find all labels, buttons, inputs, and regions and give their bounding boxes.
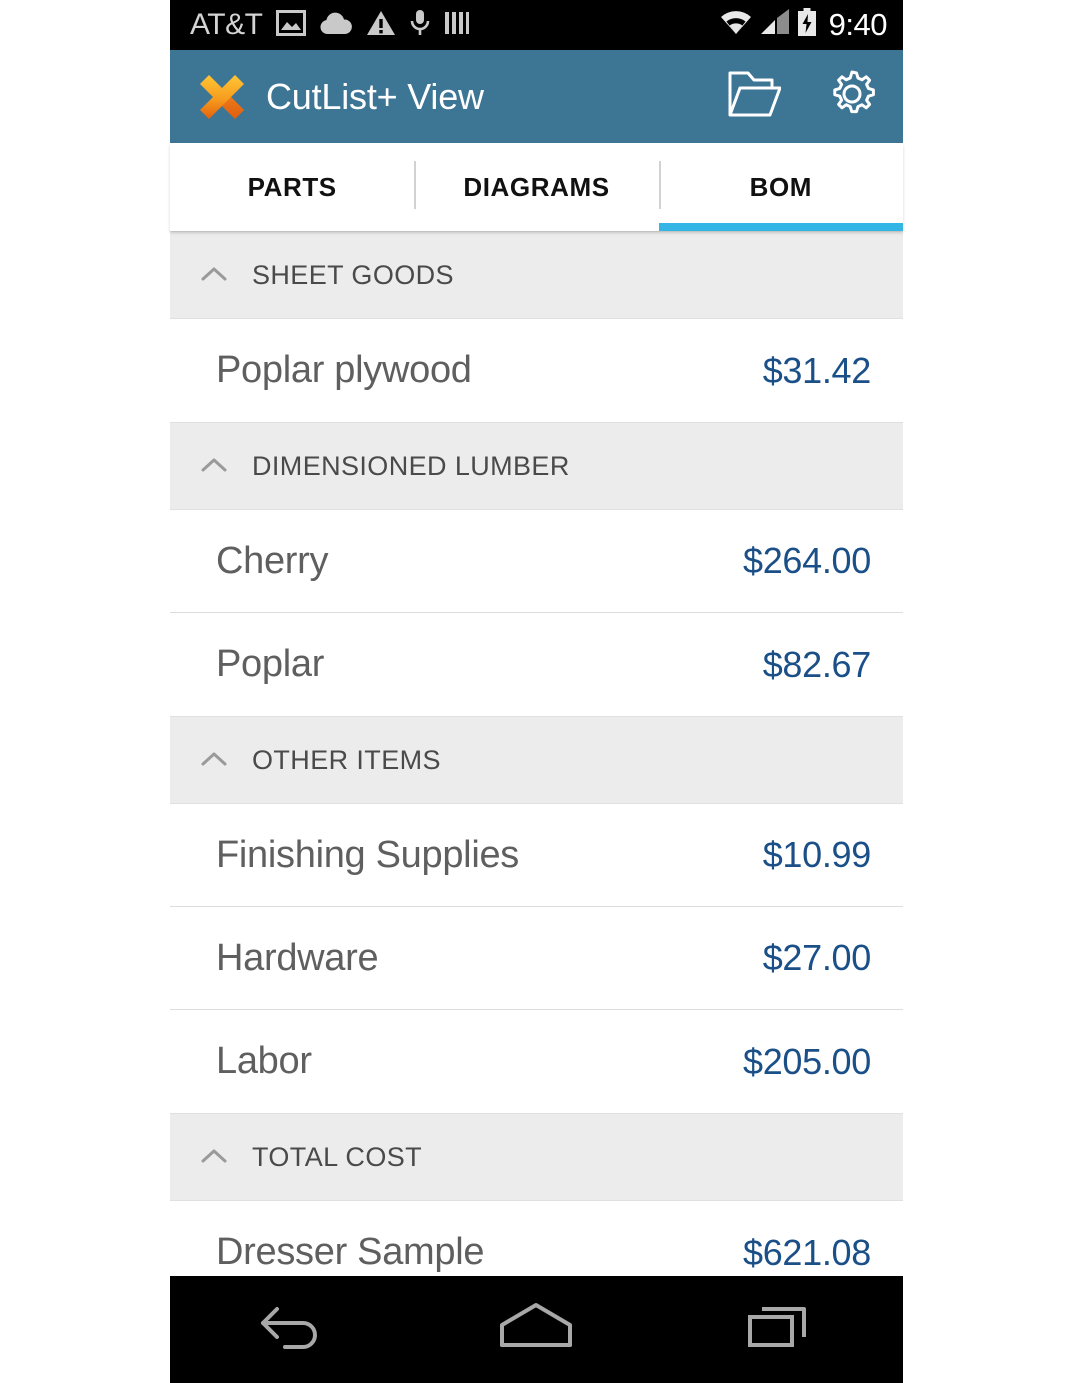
chevron-up-icon (194, 255, 234, 295)
back-arrow-icon (257, 1299, 327, 1360)
row-value: $10.99 (762, 834, 872, 875)
tab-bar: PARTS DIAGRAMS BOM (170, 143, 903, 231)
section-title: OTHER ITEMS (252, 744, 441, 775)
microphone-icon (409, 9, 431, 42)
row-value: $621.08 (742, 1231, 871, 1273)
app-bar: CutList+ View (170, 50, 903, 143)
table-row[interactable]: Poplar plywood $31.42 (170, 319, 903, 422)
chevron-up-icon (194, 740, 234, 780)
chevron-up-icon (194, 1137, 234, 1177)
image-icon (276, 9, 307, 41)
back-button[interactable] (237, 1290, 347, 1370)
bom-list: SHEET GOODS Poplar plywood $31.42 DIMENS… (170, 231, 903, 1304)
carrier-label: AT&T (190, 8, 263, 41)
recents-icon (746, 1299, 816, 1360)
settings-button[interactable] (823, 68, 881, 126)
tab-diagrams-label: DIAGRAMS (463, 171, 610, 202)
row-value: $205.00 (742, 1040, 871, 1082)
row-name: Dresser Sample (216, 1231, 485, 1273)
wifi-icon (719, 9, 753, 41)
row-name: Labor (216, 1040, 312, 1082)
row-name: Finishing Supplies (216, 833, 519, 876)
section-title: TOTAL COST (252, 1141, 423, 1172)
tab-parts-label: PARTS (247, 171, 337, 202)
row-value: $31.42 (762, 349, 872, 391)
table-row[interactable]: Cherry $264.00 (170, 510, 903, 613)
table-row[interactable]: Finishing Supplies $10.99 (170, 804, 903, 907)
table-row[interactable]: Poplar $82.67 (170, 613, 903, 716)
row-name: Poplar (216, 643, 325, 685)
row-name: Hardware (216, 936, 379, 979)
status-bar-right-icons: 9:40 (719, 7, 888, 43)
status-bar-left-icons (276, 9, 470, 42)
tab-parts[interactable]: PARTS (170, 143, 414, 231)
phone-screen: AT&T 9:40 CutList+ View PARTS DIAGRAMS B… (170, 0, 903, 1383)
row-name: Poplar plywood (216, 349, 472, 391)
home-button[interactable] (481, 1290, 591, 1370)
bars-icon (444, 10, 470, 41)
row-value: $27.00 (762, 937, 872, 978)
row-value: $82.67 (762, 643, 872, 685)
status-bar: AT&T 9:40 (170, 0, 903, 50)
clock-label: 9:40 (828, 7, 888, 42)
tab-active-indicator (658, 223, 903, 231)
home-icon (497, 1299, 575, 1360)
recents-button[interactable] (726, 1290, 836, 1370)
cell-signal-icon (759, 9, 791, 41)
section-title: DIMENSIONED LUMBER (252, 450, 570, 481)
cloud-upload-icon (319, 10, 353, 41)
open-folder-button[interactable] (725, 68, 783, 126)
battery-charging-icon (797, 8, 817, 42)
section-title: SHEET GOODS (252, 259, 454, 290)
cutlist-x-logo-icon (196, 71, 248, 123)
tab-diagrams[interactable]: DIAGRAMS (414, 143, 658, 231)
section-header-total-cost[interactable]: TOTAL COST (170, 1113, 903, 1201)
section-header-sheet-goods[interactable]: SHEET GOODS (170, 231, 903, 319)
row-name: Cherry (216, 539, 329, 582)
row-value: $264.00 (742, 540, 871, 581)
tab-bom-label: BOM (749, 171, 813, 202)
section-header-dimensioned-lumber[interactable]: DIMENSIONED LUMBER (170, 422, 903, 510)
table-row[interactable]: Labor $205.00 (170, 1010, 903, 1113)
tab-bom[interactable]: BOM (658, 143, 903, 231)
app-bar-actions (725, 68, 881, 126)
app-title: CutList+ View (266, 75, 484, 117)
folder-open-icon (727, 69, 782, 124)
table-row[interactable]: Hardware $27.00 (170, 907, 903, 1010)
gear-icon (826, 68, 878, 125)
section-header-other-items[interactable]: OTHER ITEMS (170, 716, 903, 804)
warning-icon (366, 10, 396, 41)
chevron-up-icon (194, 446, 234, 486)
android-nav-bar (170, 1276, 903, 1383)
